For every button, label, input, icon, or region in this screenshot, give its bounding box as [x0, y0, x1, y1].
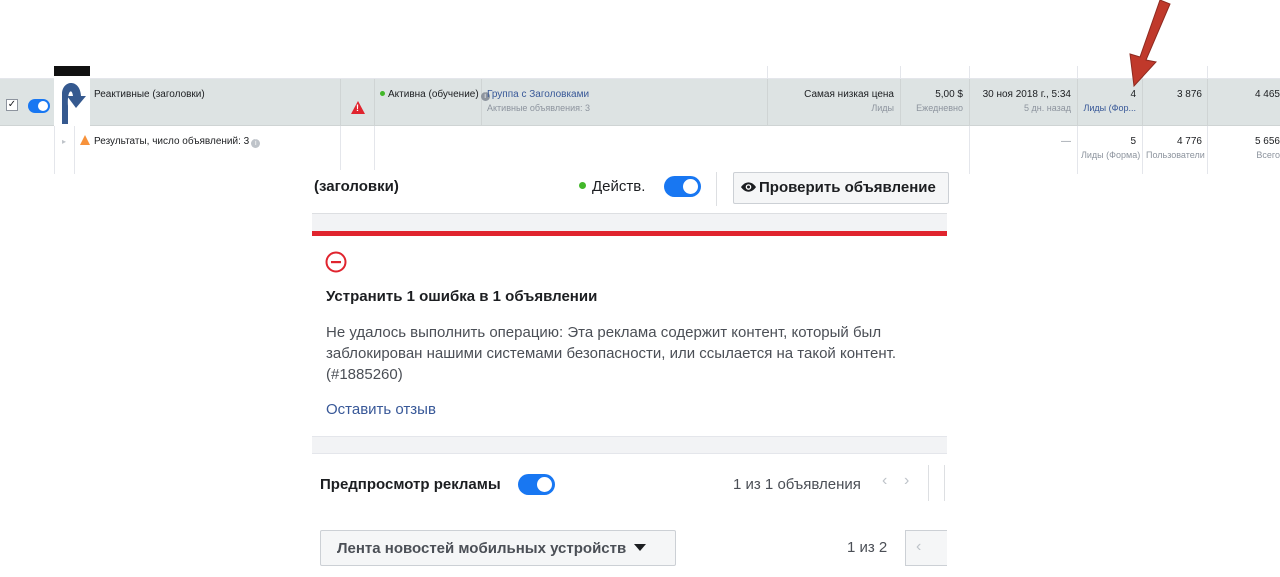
status-dot-icon [380, 91, 385, 96]
ad-on-off-toggle[interactable] [28, 99, 50, 113]
table-row-ad[interactable]: ✓ Реактивные (заголовки) ! Активна (обуч… [0, 66, 1280, 126]
panel-title: (заголовки) [314, 178, 399, 195]
chevron-left-icon[interactable]: ‹ [882, 472, 887, 490]
summary-results: 5 [1130, 136, 1136, 147]
status-indicator: Действ. [579, 178, 645, 195]
ad-name[interactable]: Реактивные (заголовки) [94, 88, 205, 101]
last-edit-sub: 5 дн. назад [1024, 103, 1071, 113]
prev-page-button[interactable]: ‹ [905, 530, 947, 566]
error-bar [312, 231, 947, 236]
error-circle-icon [325, 251, 347, 273]
budget-sub: Ежедневно [916, 103, 963, 113]
ads-table: ✓ Реактивные (заголовки) ! Активна (обуч… [0, 66, 1280, 174]
bid-strategy-sub: Лиды [871, 103, 894, 113]
warning-icon [80, 135, 90, 145]
error-title: Устранить 1 ошибка в 1 объявлении [326, 288, 598, 305]
bid-strategy: Самая низкая цена [804, 89, 894, 100]
summary-label: Результаты, число объявлений: 3i [80, 135, 261, 148]
ad-set-sub: Активные объявления: 3 [487, 103, 590, 113]
status-dot-icon [579, 182, 586, 189]
table-header-remnant [0, 66, 1280, 79]
chevron-right-icon[interactable]: › [904, 472, 909, 490]
page-count: 1 из 2 [847, 539, 888, 556]
ad-set-link[interactable]: Группа с Заголовками [487, 88, 589, 101]
panel-header: (заголовки) Действ. Проверить объявление [312, 170, 949, 214]
summary-impressions: 5 656 [1254, 136, 1280, 147]
ad-active-toggle[interactable] [664, 176, 701, 197]
ad-thumbnail[interactable] [54, 66, 90, 126]
row-checkbox[interactable]: ✓ [6, 99, 18, 111]
summary-impressions-sub: Всего [1256, 150, 1280, 160]
preview-label: Предпросмотр рекламы [320, 476, 501, 493]
error-message: Не удалось выполнить операцию: Эта рекла… [326, 324, 897, 383]
summary-reach-sub: Пользователи [1146, 150, 1205, 160]
review-ad-button[interactable]: Проверить объявление [733, 172, 949, 204]
feedback-link[interactable]: Оставить отзыв [326, 401, 436, 418]
delivery-status: Активна (обучение) i [380, 88, 490, 101]
ad-review-panel: (заголовки) Действ. Проверить объявление… [312, 170, 949, 577]
preview-toggle[interactable] [518, 474, 555, 495]
chevron-left-icon: ‹ [916, 538, 922, 555]
expand-chevron-icon[interactable]: ▸ [62, 135, 66, 148]
caret-down-icon [634, 544, 647, 551]
budget: 5,00 $ [935, 89, 963, 100]
summary-dash: — [1061, 136, 1071, 147]
results-sub: Лиды (Фор... [1083, 103, 1136, 113]
summary-reach: 4 776 [1176, 136, 1202, 147]
error-warning-icon[interactable]: ! [351, 101, 365, 114]
red-arrow [1129, 0, 1171, 88]
info-icon[interactable]: i [251, 139, 261, 148]
last-edit: 30 ноя 2018 г., 5:34 [982, 89, 1071, 100]
summary-results-sub: Лиды (Форма) [1081, 150, 1141, 160]
impressions: 4 465 [1254, 89, 1280, 100]
placement-dropdown[interactable]: Лента новостей мобильных устройств [320, 530, 676, 566]
preview-count: 1 из 1 объявления [733, 476, 861, 493]
eye-icon [741, 182, 756, 192]
table-row-summary: ▸ Результаты, число объявлений: 3i — 5 Л… [0, 126, 1280, 174]
